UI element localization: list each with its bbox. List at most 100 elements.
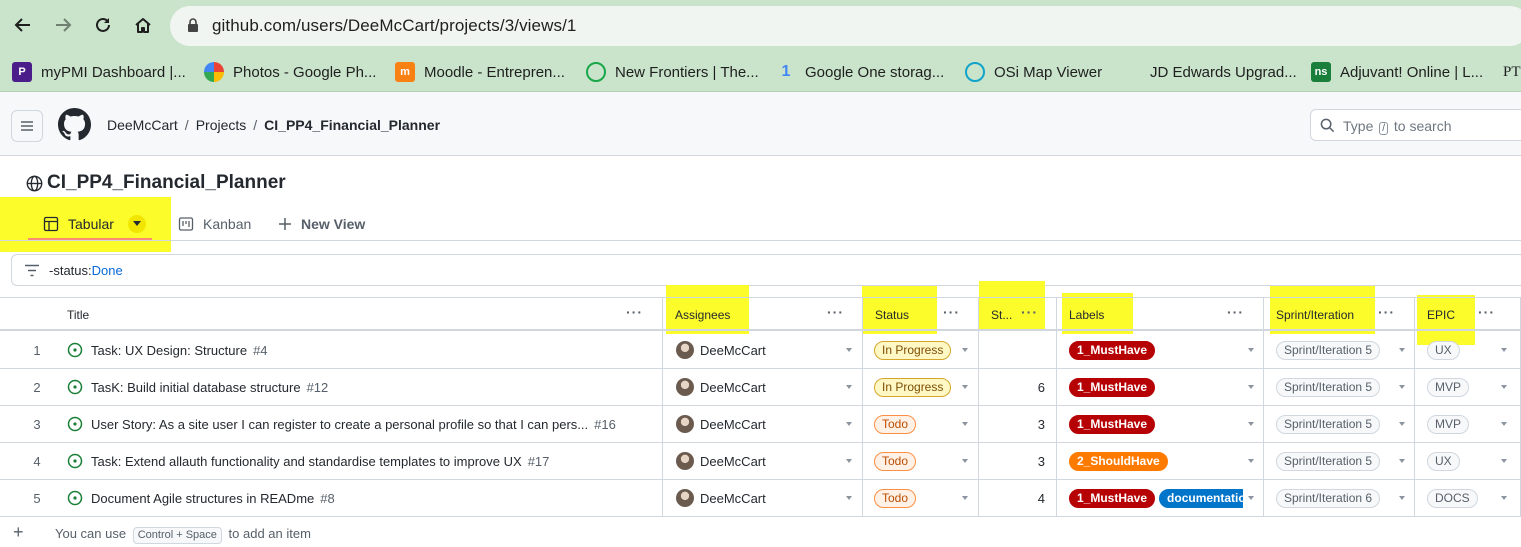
label-badge[interactable]: documentation: [1159, 488, 1243, 508]
status-cell[interactable]: Todo: [874, 443, 964, 479]
chevron-down-icon[interactable]: [1248, 348, 1254, 352]
new-view-button[interactable]: New View: [278, 208, 365, 240]
table-row[interactable]: 3 User Story: As a site user I can regist…: [0, 406, 1521, 443]
issue-title[interactable]: TasK: Build initial database structure: [91, 380, 301, 395]
forward-button[interactable]: [48, 10, 78, 40]
column-menu-icon[interactable]: ···: [1021, 305, 1038, 319]
assignee-cell[interactable]: DeeMcCart: [676, 406, 856, 442]
assignee-cell[interactable]: DeeMcCart: [676, 480, 856, 516]
status-cell[interactable]: Todo: [874, 406, 964, 442]
epic-cell[interactable]: DOCS: [1427, 480, 1497, 516]
github-logo[interactable]: [58, 108, 91, 144]
search-input[interactable]: Type / to search: [1310, 109, 1521, 141]
sprint-cell[interactable]: Sprint/Iteration 5: [1276, 406, 1396, 442]
column-menu-icon[interactable]: ···: [943, 305, 960, 319]
epic-cell[interactable]: UX: [1427, 443, 1497, 479]
issue-title[interactable]: User Story: As a site user I can registe…: [91, 417, 588, 432]
epic-cell[interactable]: MVP: [1427, 406, 1497, 442]
label-badge[interactable]: 1_MustHave: [1069, 488, 1156, 508]
plus-icon[interactable]: +: [13, 523, 24, 541]
labels-cell[interactable]: 1_MustHave: [1069, 369, 1243, 405]
chevron-down-icon[interactable]: [1399, 348, 1405, 352]
chevron-down-icon[interactable]: [1501, 496, 1507, 500]
title-cell[interactable]: User Story: As a site user I can registe…: [67, 406, 657, 442]
breadcrumb-projects[interactable]: Projects: [196, 117, 247, 133]
issue-title[interactable]: Document Agile structures in READme: [91, 491, 314, 506]
address-bar[interactable]: github.com/users/DeeMcCart/projects/3/vi…: [170, 6, 1521, 46]
bookmark-item[interactable]: JD Edwards Upgrad...: [1150, 61, 1297, 83]
chevron-down-icon[interactable]: [962, 459, 968, 463]
label-badge[interactable]: 1_MustHave: [1069, 414, 1156, 434]
column-menu-icon[interactable]: ···: [827, 305, 844, 319]
chevron-down-icon[interactable]: [1501, 459, 1507, 463]
chevron-down-icon[interactable]: [846, 422, 852, 426]
title-cell[interactable]: Document Agile structures in READme #8: [67, 480, 657, 516]
estimate-cell[interactable]: 3: [980, 406, 1045, 442]
chevron-down-icon[interactable]: [846, 459, 852, 463]
label-badge[interactable]: 1_MustHave: [1069, 377, 1156, 397]
issue-title[interactable]: Task: Extend allauth functionality and s…: [91, 454, 522, 469]
home-button[interactable]: [128, 10, 158, 40]
assignee-cell[interactable]: DeeMcCart: [676, 443, 856, 479]
bookmark-item[interactable]: m Moodle - Entrepren...: [395, 61, 565, 83]
table-row[interactable]: 4 Task: Extend allauth functionality and …: [0, 443, 1521, 480]
estimate-cell[interactable]: 3: [980, 443, 1045, 479]
status-cell[interactable]: In Progress: [874, 369, 964, 405]
labels-cell[interactable]: 1_MustHavedocumentation: [1069, 480, 1243, 516]
chevron-down-icon[interactable]: [1501, 348, 1507, 352]
sprint-cell[interactable]: Sprint/Iteration 5: [1276, 369, 1396, 405]
bookmark-item[interactable]: Photos - Google Ph...: [204, 61, 376, 83]
bookmark-item[interactable]: OSi Map Viewer: [965, 61, 1102, 83]
assignee-cell[interactable]: DeeMcCart: [676, 332, 856, 368]
filter-input[interactable]: -status:Done: [11, 254, 1521, 286]
chevron-down-icon[interactable]: [1248, 459, 1254, 463]
sprint-cell[interactable]: Sprint/Iteration 5: [1276, 443, 1396, 479]
tab-tabular[interactable]: Tabular: [43, 208, 146, 240]
column-header-epic[interactable]: EPIC ···: [1415, 298, 1521, 330]
column-header-sprint[interactable]: Sprint/Iteration ···: [1264, 298, 1414, 330]
bookmark-item[interactable]: PT: [1503, 61, 1521, 83]
menu-button[interactable]: [11, 110, 43, 142]
labels-cell[interactable]: 1_MustHave: [1069, 406, 1243, 442]
chevron-down-icon[interactable]: [962, 385, 968, 389]
chevron-down-icon[interactable]: [1248, 422, 1254, 426]
title-cell[interactable]: Task: UX Design: Structure #4: [67, 332, 657, 368]
table-row[interactable]: 5 Document Agile structures in READme #8 De…: [0, 480, 1521, 517]
labels-cell[interactable]: 2_ShouldHave: [1069, 443, 1243, 479]
tab-kanban[interactable]: Kanban: [178, 208, 251, 240]
column-menu-icon[interactable]: ···: [1227, 305, 1244, 319]
back-button[interactable]: [8, 10, 38, 40]
chevron-down-icon[interactable]: [1399, 385, 1405, 389]
view-options-button[interactable]: [127, 215, 146, 233]
chevron-down-icon[interactable]: [1248, 385, 1254, 389]
add-item-row[interactable]: + You can use Control + Space to add an …: [0, 517, 1521, 547]
status-cell[interactable]: In Progress: [874, 332, 964, 368]
estimate-cell[interactable]: 4: [980, 480, 1045, 516]
column-header-estimate[interactable]: St... ···: [979, 298, 1056, 330]
chevron-down-icon[interactable]: [846, 348, 852, 352]
chevron-down-icon[interactable]: [1399, 496, 1405, 500]
sprint-cell[interactable]: Sprint/Iteration 6: [1276, 480, 1396, 516]
estimate-cell[interactable]: 6: [980, 369, 1045, 405]
chevron-down-icon[interactable]: [846, 496, 852, 500]
status-cell[interactable]: Todo: [874, 480, 964, 516]
label-badge[interactable]: 1_MustHave: [1069, 340, 1156, 360]
chevron-down-icon[interactable]: [962, 422, 968, 426]
chevron-down-icon[interactable]: [1248, 496, 1254, 500]
chevron-down-icon[interactable]: [1399, 459, 1405, 463]
epic-cell[interactable]: MVP: [1427, 369, 1497, 405]
bookmark-item[interactable]: ns Adjuvant! Online | L...: [1311, 61, 1483, 83]
column-menu-icon[interactable]: ···: [1378, 305, 1395, 319]
reload-button[interactable]: [88, 10, 118, 40]
chevron-down-icon[interactable]: [1399, 422, 1405, 426]
chevron-down-icon[interactable]: [962, 496, 968, 500]
issue-title[interactable]: Task: UX Design: Structure: [91, 343, 247, 358]
column-header-labels[interactable]: Labels ···: [1057, 298, 1263, 330]
breadcrumb-user[interactable]: DeeMcCart: [107, 117, 178, 133]
table-row[interactable]: 2 TasK: Build initial database structure #…: [0, 369, 1521, 406]
assignee-cell[interactable]: DeeMcCart: [676, 369, 856, 405]
chevron-down-icon[interactable]: [846, 385, 852, 389]
title-cell[interactable]: Task: Extend allauth functionality and s…: [67, 443, 657, 479]
label-badge[interactable]: 2_ShouldHave: [1069, 451, 1168, 471]
column-menu-icon[interactable]: ···: [1478, 305, 1495, 319]
